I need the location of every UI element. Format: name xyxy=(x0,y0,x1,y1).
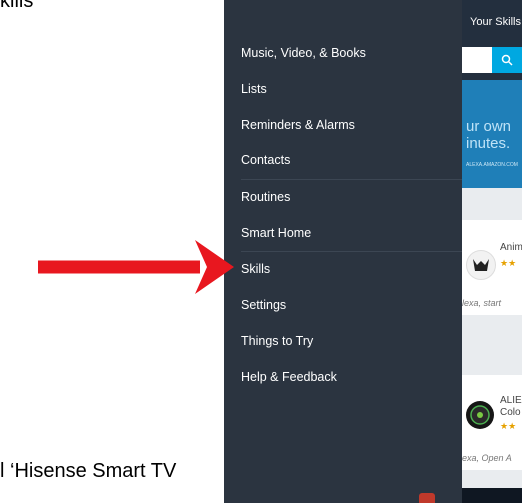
skill-card[interactable]: Anim ★★ lexa, start xyxy=(462,220,522,315)
skill-logo-icon xyxy=(466,401,494,429)
menu-item-routines[interactable]: Routines xyxy=(241,190,290,204)
skill-card[interactable]: ALIE Colo ★★ exa, Open A xyxy=(462,375,522,470)
menu-divider xyxy=(241,251,462,252)
menu-item-lists[interactable]: Lists xyxy=(241,82,267,96)
navigation-drawer: Music, Video, & Books Lists Reminders & … xyxy=(224,0,462,503)
search-icon xyxy=(501,54,513,66)
skill-name: ALIE Colo xyxy=(500,395,522,418)
skill-logo-icon xyxy=(466,250,496,280)
skill-rating: ★★ xyxy=(500,258,517,268)
banner-text: ur own inutes. xyxy=(466,118,512,152)
skill-name: Anim xyxy=(500,242,522,253)
menu-divider xyxy=(241,179,462,180)
search-button[interactable] xyxy=(492,47,522,73)
menu-item-reminders-alarms[interactable]: Reminders & Alarms xyxy=(241,118,355,132)
menu-item-contacts[interactable]: Contacts xyxy=(241,153,290,167)
phone-screen: Your Skills ur own inutes. ALEXA.AMAZON.… xyxy=(224,0,522,503)
skill-example-phrase: exa, Open A xyxy=(462,453,512,463)
menu-item-things-to-try[interactable]: Things to Try xyxy=(241,334,313,348)
background-app: Your Skills ur own inutes. ALEXA.AMAZON.… xyxy=(462,0,522,503)
promo-banner[interactable]: ur own inutes. ALEXA.AMAZON.COM xyxy=(462,80,522,188)
bottom-nav-bar xyxy=(462,488,522,503)
banner-url: ALEXA.AMAZON.COM xyxy=(466,162,518,168)
tab-your-skills[interactable]: Your Skills xyxy=(470,16,521,28)
skill-rating: ★★ xyxy=(500,421,517,431)
skill-example-phrase: lexa, start xyxy=(462,298,502,308)
drawer-footer-indicator xyxy=(419,493,435,503)
document-text-bottom: l ‘Hisense Smart TV xyxy=(0,460,177,482)
menu-item-smart-home[interactable]: Smart Home xyxy=(241,226,311,240)
menu-item-help-feedback[interactable]: Help & Feedback xyxy=(241,370,337,384)
menu-item-skills[interactable]: Skills xyxy=(241,262,270,276)
document-text-top: kills xyxy=(0,0,34,12)
menu-item-music-video-books[interactable]: Music, Video, & Books xyxy=(241,46,366,60)
menu-item-settings[interactable]: Settings xyxy=(241,298,286,312)
